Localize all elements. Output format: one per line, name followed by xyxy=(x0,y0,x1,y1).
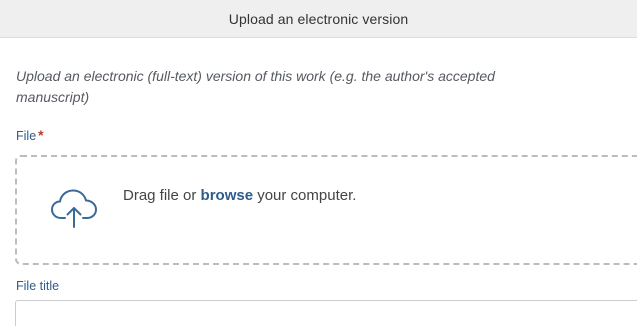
file-title-input[interactable] xyxy=(15,300,637,326)
cloud-upload-icon xyxy=(51,189,97,228)
file-label: File * xyxy=(16,127,44,143)
panel-title: Upload an electronic version xyxy=(228,10,409,27)
dropzone-message: Drag file or browse your computer. xyxy=(123,187,356,204)
upload-panel: Upload an electronic version Upload an e… xyxy=(0,0,637,326)
dropzone-text-after: your computer. xyxy=(253,187,357,204)
dropzone-text-before: Drag file or xyxy=(123,187,201,204)
browse-link[interactable]: browse xyxy=(201,187,254,204)
required-asterisk: * xyxy=(38,127,44,143)
file-label-text: File xyxy=(16,129,37,143)
instructions-line-2: manuscript) xyxy=(16,89,90,105)
file-dropzone[interactable]: Drag file or browse your computer. xyxy=(15,155,637,265)
instructions-line-1: Upload an electronic (full-text) version… xyxy=(16,68,495,84)
upload-instructions: Upload an electronic (full-text) version… xyxy=(16,66,632,108)
file-title-label: File title xyxy=(16,279,60,293)
panel-header: Upload an electronic version xyxy=(0,0,637,38)
